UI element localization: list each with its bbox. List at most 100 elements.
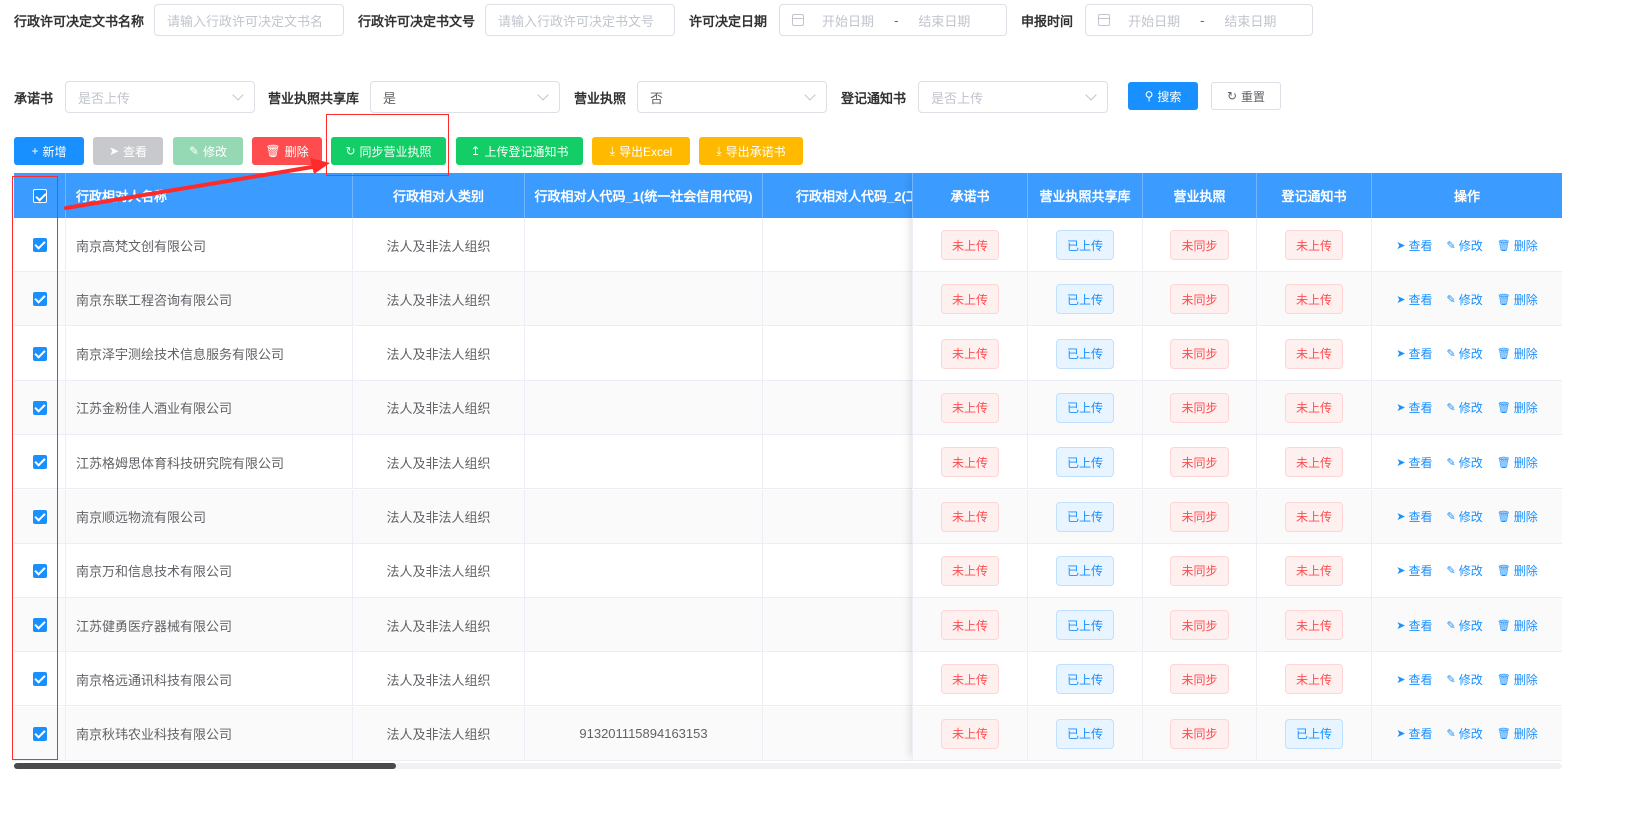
date-range-separator: - — [894, 12, 899, 28]
search-button[interactable]: ⚲ 搜索 — [1128, 82, 1198, 110]
export-promise-button[interactable]: ⤓ 导出承诺书 — [699, 137, 803, 165]
edit-icon: ✎ — [1446, 565, 1456, 578]
row-delete-link[interactable]: 🗑 删除 — [1497, 399, 1538, 416]
table-row[interactable]: 江苏健勇医疗器械有限公司 法人及非法人组织 未上传 已上传 未同步 未上传 ➤ 查看 ✎ 修改 🗑 删… — [14, 598, 1562, 653]
reset-button[interactable]: ↻ 重置 — [1211, 82, 1281, 110]
trash-icon: 🗑 — [1496, 673, 1511, 686]
row-delete-link[interactable]: 🗑 删除 — [1497, 617, 1538, 634]
report-time-end: 结束日期 — [1224, 13, 1277, 29]
table-row[interactable]: 南京顺远物流有限公司 法人及非法人组织 未上传 已上传 未同步 未上传 ➤ 查看 ✎ 修改 🗑 删除 — [14, 489, 1562, 544]
row-edit-link[interactable]: ✎ 修改 — [1447, 237, 1483, 254]
row-view-link[interactable]: ➤ 查看 — [1396, 562, 1432, 579]
row-delete-link[interactable]: 🗑 删除 — [1497, 508, 1538, 525]
row-edit-link[interactable]: ✎ 修改 — [1447, 454, 1483, 471]
export-excel-button[interactable]: ⤓ 导出Excel — [592, 137, 690, 165]
shared-lib-select-value: 是 — [383, 90, 397, 106]
status-badge: 未上传 — [940, 230, 999, 260]
send-icon: ➤ — [1396, 348, 1406, 361]
row-view-link[interactable]: ➤ 查看 — [1396, 508, 1432, 525]
row-view-link[interactable]: ➤ 查看 — [1396, 725, 1432, 742]
table-row[interactable]: 江苏格姆思体育科技研究院有限公司 法人及非法人组织 未上传 已上传 未同步 未上传 ➤ 查看 ✎… — [14, 435, 1562, 490]
column-header-license[interactable]: 营业执照 — [1143, 173, 1257, 218]
decision-date-start: 开始日期 — [822, 13, 875, 29]
row-delete-link[interactable]: 🗑 删除 — [1497, 725, 1538, 742]
table-row[interactable]: 江苏金粉佳人酒业有限公司 法人及非法人组织 未上传 已上传 未同步 未上传 ➤ 查看 ✎ 修改 🗑 删… — [14, 380, 1562, 435]
row-edit-link[interactable]: ✎ 修改 — [1447, 508, 1483, 525]
column-header-notice[interactable]: 登记通知书 — [1257, 173, 1372, 218]
shared-lib-select[interactable]: 是 — [370, 81, 561, 113]
status-badge: 已上传 — [1055, 338, 1114, 369]
cell-name: 南京万和信息技术有限公司 — [66, 543, 353, 598]
row-delete-link[interactable]: 🗑 删除 — [1497, 237, 1538, 254]
annotation-highlight-checkbox-column — [12, 176, 58, 760]
data-table: 行政相对人名称 行政相对人类别 行政相对人代码_1(统一社会信用代码) 行政相对… — [14, 173, 1562, 761]
column-header-code2[interactable]: 行政相对人代码_2(工 — [763, 173, 913, 218]
row-edit-link[interactable]: ✎ 修改 — [1447, 671, 1483, 688]
doc-number-input[interactable]: 请输入行政许可决定书文号 — [485, 4, 676, 36]
filter-label-shared-lib: 营业执照共享库 — [268, 90, 360, 106]
upload-notice-button[interactable]: ↥ 上传登记通知书 — [456, 137, 583, 165]
row-edit-link[interactable]: ✎ 修改 — [1447, 562, 1483, 579]
cell-shared-lib: 已上传 — [1028, 543, 1143, 598]
add-button[interactable]: + 新增 — [14, 137, 84, 165]
notice-select[interactable]: 是否上传 — [918, 81, 1109, 113]
doc-name-placeholder: 请输入行政许可决定文书名 — [167, 13, 324, 29]
row-delete-link[interactable]: 🗑 删除 — [1497, 671, 1538, 688]
license-select[interactable]: 否 — [637, 81, 828, 113]
row-edit-link[interactable]: ✎ 修改 — [1447, 345, 1483, 362]
row-view-link[interactable]: ➤ 查看 — [1396, 345, 1432, 362]
row-delete-link[interactable]: 🗑 删除 — [1497, 562, 1538, 579]
cell-promise: 未上传 — [913, 652, 1028, 707]
cell-code1 — [525, 435, 763, 490]
row-delete-link[interactable]: 🗑 删除 — [1497, 345, 1538, 362]
row-view-link[interactable]: ➤ 查看 — [1396, 291, 1432, 308]
row-delete-link[interactable]: 🗑 删除 — [1497, 291, 1538, 308]
horizontal-scrollbar[interactable] — [14, 763, 1562, 769]
status-badge: 已上传 — [1055, 664, 1114, 695]
filter-label-report-time: 申报时间 — [1021, 13, 1074, 29]
row-view-link[interactable]: ➤ 查看 — [1396, 237, 1432, 254]
row-edit-link[interactable]: ✎ 修改 — [1447, 399, 1483, 416]
trash-icon: 🗑 — [1496, 293, 1511, 306]
cell-notice: 未上传 — [1257, 598, 1372, 653]
row-edit-link[interactable]: ✎ 修改 — [1447, 291, 1483, 308]
table-row[interactable]: 南京万和信息技术有限公司 法人及非法人组织 未上传 已上传 未同步 未上传 ➤ 查看 ✎ 修改 🗑 删… — [14, 543, 1562, 598]
report-time-range[interactable]: 开始日期 - 结束日期 — [1085, 4, 1314, 36]
export-excel-button-label: 导出Excel — [618, 144, 673, 159]
row-edit-link[interactable]: ✎ 修改 — [1447, 725, 1483, 742]
table-row[interactable]: 南京秋玮农业科技有限公司 法人及非法人组织 913201115894163153 未上… — [14, 706, 1562, 761]
cell-promise: 未上传 — [913, 706, 1028, 761]
row-view-link[interactable]: ➤ 查看 — [1396, 671, 1432, 688]
column-header-promise[interactable]: 承诺书 — [913, 173, 1028, 218]
column-header-actions: 操作 — [1453, 189, 1480, 204]
view-button[interactable]: ➤ 查看 — [93, 137, 163, 165]
send-icon: ➤ — [1396, 402, 1406, 415]
column-header-name[interactable]: 行政相对人名称 — [66, 173, 353, 218]
reset-button-label: 重置 — [1241, 89, 1266, 104]
row-view-link-label: 查看 — [1408, 618, 1433, 633]
cell-license: 未同步 — [1143, 272, 1257, 327]
table-row[interactable]: 南京东联工程咨询有限公司 法人及非法人组织 未上传 已上传 未同步 未上传 ➤ 查看 ✎ 修改 🗑 删… — [14, 272, 1562, 327]
cell-license: 未同步 — [1143, 543, 1257, 598]
table-row[interactable]: 南京泽宇测绘技术信息服务有限公司 法人及非法人组织 未上传 已上传 未同步 未上传 ➤ 查看 ✎… — [14, 326, 1562, 381]
row-delete-link[interactable]: 🗑 删除 — [1497, 454, 1538, 471]
delete-button[interactable]: 🗑 删除 — [252, 137, 322, 165]
promise-select[interactable]: 是否上传 — [65, 81, 256, 113]
column-header-type[interactable]: 行政相对人类别 — [353, 173, 525, 218]
row-edit-link[interactable]: ✎ 修改 — [1447, 617, 1483, 634]
decision-date-range[interactable]: 开始日期 - 结束日期 — [779, 4, 1008, 36]
row-view-link[interactable]: ➤ 查看 — [1396, 617, 1432, 634]
scrollbar-thumb[interactable] — [14, 763, 396, 769]
row-view-link[interactable]: ➤ 查看 — [1396, 454, 1432, 471]
edit-icon: ✎ — [1446, 348, 1456, 361]
status-badge: 已上传 — [1055, 610, 1114, 641]
row-view-link[interactable]: ➤ 查看 — [1396, 399, 1432, 416]
table-row[interactable]: 南京高梵文创有限公司 法人及非法人组织 未上传 已上传 未同步 未上传 ➤ 查看 ✎ 修改 🗑 删除 — [14, 218, 1562, 272]
column-header-code1[interactable]: 行政相对人代码_1(统一社会信用代码) — [525, 173, 763, 218]
column-header-shared-lib[interactable]: 营业执照共享库 — [1028, 173, 1143, 218]
doc-name-input[interactable]: 请输入行政许可决定文书名 — [154, 4, 345, 36]
edit-button[interactable]: ✎ 修改 — [173, 137, 243, 165]
row-view-link-label: 查看 — [1408, 510, 1433, 524]
calendar-icon — [792, 14, 805, 26]
table-row[interactable]: 南京格远通讯科技有限公司 法人及非法人组织 未上传 已上传 未同步 未上传 ➤ 查看 ✎ 修改 🗑 删… — [14, 652, 1562, 707]
